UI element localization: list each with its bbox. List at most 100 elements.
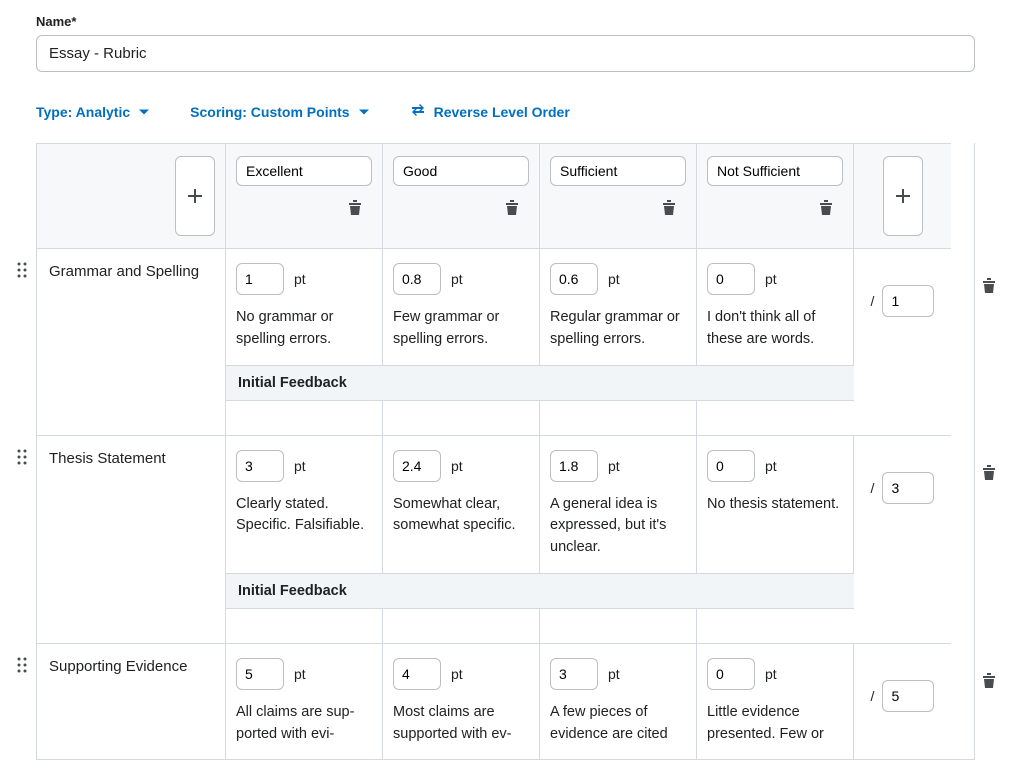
initial-feedback-header: Initial Feedback — [226, 366, 854, 401]
level-cell: pt Little evidence presented. Few or — [697, 643, 854, 760]
chevron-down-icon — [138, 106, 150, 118]
drag-handle-icon[interactable] — [17, 262, 27, 281]
points-input[interactable] — [707, 450, 755, 482]
points-input[interactable] — [236, 658, 284, 690]
level-description[interactable]: No grammar or spelling errors. — [236, 307, 372, 351]
level-cell: pt I don't think all of these are words. — [697, 248, 854, 365]
criterion-total-input[interactable] — [882, 285, 934, 317]
delete-level-button[interactable] — [344, 196, 366, 223]
points-input[interactable] — [550, 263, 598, 295]
feedback-cell[interactable] — [383, 609, 540, 643]
rubric-grid: Grammar and Spelling pt No grammar or spel… — [36, 143, 975, 760]
rubric-toolbar: Type: Analytic Scoring: Custom Points Re… — [36, 102, 975, 121]
add-level-left-button[interactable] — [175, 156, 215, 236]
reverse-label: Reverse Level Order — [434, 104, 570, 120]
feedback-cell[interactable] — [383, 401, 540, 435]
level-description[interactable]: All claims are sup­ported with evi- — [236, 702, 372, 746]
level-description[interactable]: A few pieces of evidence are cited — [550, 702, 686, 746]
name-input[interactable] — [36, 35, 975, 72]
total-slash: / — [871, 480, 875, 496]
level-name-input[interactable] — [707, 156, 843, 186]
reverse-order-button[interactable]: Reverse Level Order — [410, 102, 570, 121]
delete-level-button[interactable] — [501, 196, 523, 223]
level-cell: pt Regular grammar or spelling errors. — [540, 248, 697, 365]
feedback-cell[interactable] — [226, 401, 383, 435]
criterion-row: Grammar and Spelling pt No grammar or spel… — [37, 248, 974, 435]
level-description[interactable]: A general idea is expressed, but it's un… — [550, 494, 686, 559]
points-input[interactable] — [393, 263, 441, 295]
feedback-cell[interactable] — [697, 401, 854, 435]
level-cell: pt Somewhat clear, somewhat specific. — [383, 435, 540, 573]
level-description[interactable]: Regular grammar or spelling errors. — [550, 307, 686, 351]
total-slash: / — [871, 688, 875, 704]
name-label: Name* — [36, 14, 975, 29]
points-unit: pt — [608, 666, 620, 682]
points-input[interactable] — [550, 450, 598, 482]
level-name-input[interactable] — [393, 156, 529, 186]
points-unit: pt — [765, 271, 777, 287]
delete-level-button[interactable] — [658, 196, 680, 223]
level-description[interactable]: Little evidence presented. Few or — [707, 702, 843, 746]
points-input[interactable] — [236, 450, 284, 482]
scoring-dropdown[interactable]: Scoring: Custom Points — [190, 102, 369, 121]
scoring-label: Scoring: Custom Points — [190, 104, 349, 120]
criterion-name[interactable]: Supporting Evidence — [37, 643, 226, 760]
points-input[interactable] — [550, 658, 598, 690]
points-input[interactable] — [707, 658, 755, 690]
level-cell: pt All claims are sup­ported with evi- — [226, 643, 383, 760]
initial-feedback-header: Initial Feedback — [226, 574, 854, 609]
level-name-input[interactable] — [550, 156, 686, 186]
drag-handle-icon[interactable] — [17, 657, 27, 676]
points-input[interactable] — [707, 263, 755, 295]
level-description[interactable]: No thesis state­ment. — [707, 494, 843, 516]
level-description[interactable]: I don't think all of these are words. — [707, 307, 843, 351]
points-unit: pt — [451, 458, 463, 474]
points-input[interactable] — [393, 450, 441, 482]
drag-handle-icon[interactable] — [17, 449, 27, 468]
criterion-name[interactable]: Thesis Statement — [37, 435, 226, 643]
points-input[interactable] — [236, 263, 284, 295]
level-cell: pt A few pieces of evidence are cited — [540, 643, 697, 760]
level-cell: pt A general idea is expressed, but it's … — [540, 435, 697, 573]
criterion-row: Supporting Evidence pt All claims are sup­… — [37, 643, 974, 760]
feedback-cell[interactable] — [226, 609, 383, 643]
level-description[interactable]: Clearly stated. Specific. Falsifiable. — [236, 494, 372, 538]
criterion-name[interactable]: Grammar and Spelling — [37, 248, 226, 435]
points-unit: pt — [608, 271, 620, 287]
level-cell: pt Most claims are supported with ev- — [383, 643, 540, 760]
swap-icon — [410, 102, 426, 121]
level-name-input[interactable] — [236, 156, 372, 186]
points-unit: pt — [765, 458, 777, 474]
points-unit: pt — [765, 666, 777, 682]
points-unit: pt — [608, 458, 620, 474]
points-unit: pt — [294, 271, 306, 287]
level-description[interactable]: Most claims are supported with ev- — [393, 702, 529, 746]
header-row — [37, 143, 974, 248]
type-label: Type: Analytic — [36, 104, 130, 120]
feedback-cell[interactable] — [697, 609, 854, 643]
type-dropdown[interactable]: Type: Analytic — [36, 102, 150, 121]
delete-criterion-button[interactable] — [978, 669, 1000, 696]
points-unit: pt — [294, 666, 306, 682]
level-cell: pt No grammar or spelling errors. — [226, 248, 383, 365]
points-unit: pt — [451, 271, 463, 287]
feedback-cell[interactable] — [540, 609, 697, 643]
level-cell: pt No thesis state­ment. — [697, 435, 854, 573]
points-input[interactable] — [393, 658, 441, 690]
points-unit: pt — [451, 666, 463, 682]
level-description[interactable]: Somewhat clear, somewhat specific. — [393, 494, 529, 538]
level-description[interactable]: Few grammar or spelling errors. — [393, 307, 529, 351]
total-slash: / — [871, 293, 875, 309]
add-level-right-button[interactable] — [883, 156, 923, 236]
points-unit: pt — [294, 458, 306, 474]
criterion-total-input[interactable] — [882, 680, 934, 712]
level-cell: pt Few grammar or spelling errors. — [383, 248, 540, 365]
chevron-down-icon — [358, 106, 370, 118]
criterion-row: Thesis Statement pt Clearly stated. Specif… — [37, 435, 974, 643]
feedback-cell[interactable] — [540, 401, 697, 435]
delete-level-button[interactable] — [815, 196, 837, 223]
delete-criterion-button[interactable] — [978, 274, 1000, 301]
level-cell: pt Clearly stated. Specific. Falsifiable. — [226, 435, 383, 573]
criterion-total-input[interactable] — [882, 472, 934, 504]
delete-criterion-button[interactable] — [978, 461, 1000, 488]
